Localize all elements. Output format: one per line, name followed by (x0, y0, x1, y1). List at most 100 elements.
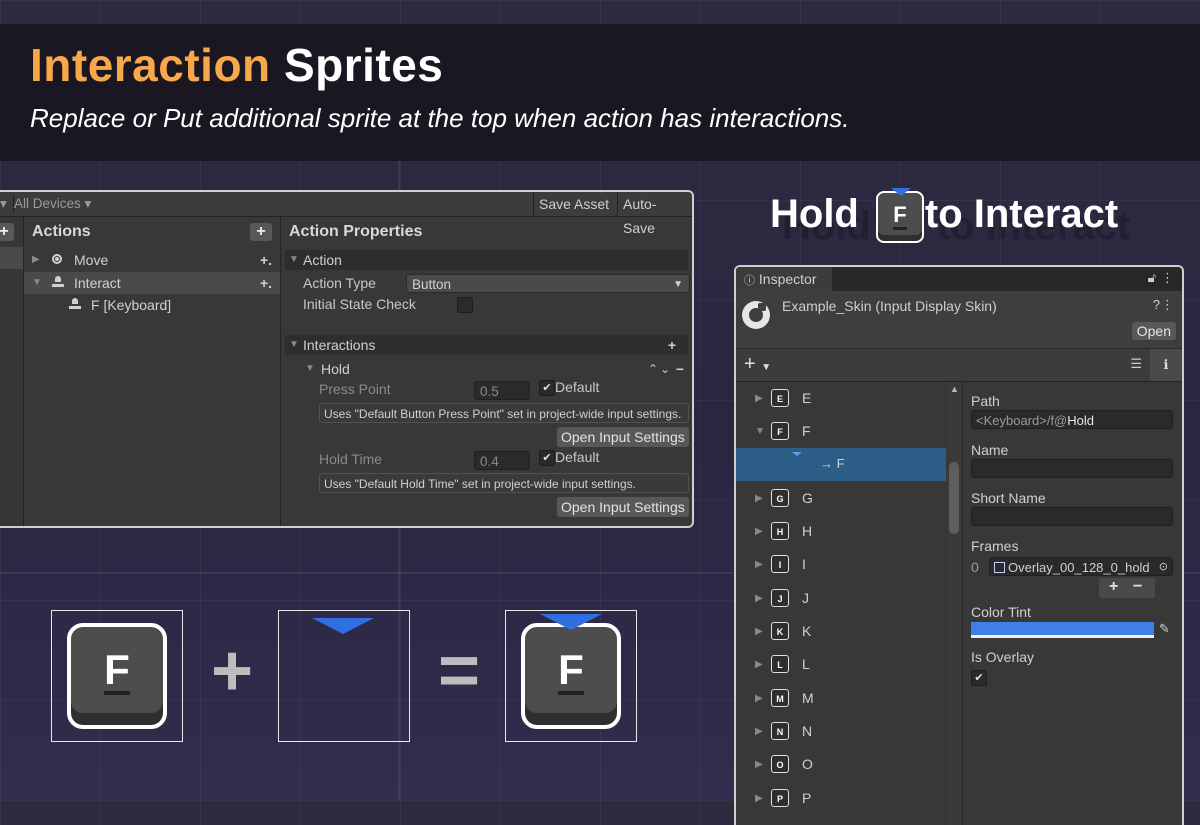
list-item-selected[interactable]: → F (736, 448, 946, 481)
list-item[interactable]: ▶ O O (736, 748, 946, 781)
press-point-help: Uses "Default Button Press Point" set in… (319, 403, 689, 423)
expand-arrow-icon[interactable]: ▶ (755, 593, 763, 604)
color-tint-swatch[interactable] (971, 622, 1154, 638)
frames-label: Frames (971, 538, 1019, 554)
list-item[interactable]: ▶ J J (736, 582, 946, 615)
key-underline (558, 691, 584, 695)
add-frame-button[interactable]: + (1109, 578, 1118, 596)
list-item[interactable]: ▶ G G (736, 482, 946, 515)
devices-dropdown[interactable]: All Devices ▾ (13, 195, 91, 213)
list-item[interactable]: ▶ K K (736, 615, 946, 648)
collapse-arrow-icon: ▼ (305, 363, 315, 374)
radio-dot-icon (52, 254, 62, 264)
expand-arrow-icon[interactable]: ▶ (32, 249, 40, 271)
item-name: K (802, 623, 812, 639)
f-key-sprite: F (67, 623, 167, 729)
plus-operator: + (211, 631, 254, 711)
expand-arrow-icon[interactable]: ▶ (755, 393, 763, 404)
hold-overlay-arrow-icon (891, 188, 911, 196)
hold-interaction-row[interactable]: ▼ Hold ⌃ ⌄ − (301, 358, 688, 380)
list-item[interactable]: ▶ I I (736, 548, 946, 581)
scroll-up-icon[interactable]: ▲ (950, 384, 959, 394)
list-item[interactable]: ▶ L L (736, 648, 946, 681)
press-point-field[interactable]: 0.5 (474, 381, 530, 400)
tab-inspector[interactable]: ⓘ Inspector (736, 267, 832, 291)
list-item[interactable]: ▶ M M (736, 682, 946, 715)
list-item[interactable]: ▶ H H (736, 515, 946, 548)
object-picker-icon[interactable]: ⊙ (1159, 558, 1168, 575)
more-options-icon[interactable]: ⋮ (1161, 297, 1174, 313)
frame-index: 0 (971, 559, 979, 575)
open-button[interactable]: Open (1131, 322, 1176, 340)
chevron-down-icon[interactable]: ▾ (0, 195, 7, 213)
add-binding-icon[interactable]: +. (260, 249, 272, 271)
collapse-arrow-icon[interactable]: ▼ (32, 272, 42, 294)
expand-arrow-icon[interactable]: ▶ (755, 793, 763, 804)
save-asset-button[interactable]: Save Asset (533, 192, 614, 216)
list-view-icon[interactable]: ☰ (1130, 356, 1142, 372)
scrollbar-thumb[interactable] (949, 462, 959, 534)
expand-arrow-icon[interactable]: ▶ (755, 493, 763, 504)
action-row-interact[interactable]: ▼ Interact +. (24, 272, 280, 294)
action-type-dropdown[interactable]: Button ▼ (406, 274, 690, 293)
hold-time-default-checkbox[interactable]: ✔ (539, 450, 555, 466)
action-row-move[interactable]: ▶ Move +. (24, 249, 280, 271)
item-name: I (802, 556, 806, 572)
item-name: J (802, 590, 809, 606)
interactions-section-header[interactable]: ▼ Interactions + (285, 335, 688, 355)
list-item[interactable]: ▼ F F (736, 415, 946, 448)
move-up-icon[interactable]: ⌃ (648, 358, 658, 380)
binding-row-f-keyboard[interactable]: F [Keyboard] (24, 294, 280, 316)
expand-arrow-icon[interactable]: ▶ (755, 759, 763, 770)
more-options-icon[interactable]: ⋮ (1161, 270, 1174, 286)
expand-arrow-icon[interactable]: ▶ (755, 726, 763, 737)
open-input-settings-button[interactable]: Open Input Settings (557, 497, 689, 517)
add-action-map-button[interactable]: + (0, 223, 14, 241)
path-field[interactable]: <Keyboard>/f@Hold (971, 410, 1173, 429)
frame-object-field[interactable]: Overlay_00_128_0_hold ⊙ (989, 557, 1173, 576)
skin-asset-icon (742, 301, 770, 329)
initial-state-checkbox[interactable] (457, 297, 473, 313)
name-field[interactable] (971, 459, 1173, 478)
eyedropper-icon[interactable]: ✎ (1159, 621, 1170, 637)
expand-arrow-icon[interactable]: ▶ (755, 626, 763, 637)
open-input-settings-button[interactable]: Open Input Settings (557, 427, 689, 447)
remove-frame-button[interactable]: − (1133, 578, 1142, 596)
action-section-header[interactable]: ▼ Action (285, 250, 688, 270)
press-point-default-checkbox[interactable]: ✔ (539, 380, 555, 396)
expand-arrow-icon[interactable]: ▶ (755, 559, 763, 570)
short-name-field[interactable] (971, 507, 1173, 526)
add-action-button[interactable]: + (250, 223, 272, 241)
list-item[interactable]: ▶ N N (736, 715, 946, 748)
is-overlay-checkbox[interactable]: ✔ (971, 670, 987, 686)
help-icon[interactable]: ? (1153, 297, 1160, 312)
remove-interaction-icon[interactable]: − (676, 358, 684, 380)
key-list: ▶ E E ▼ F F → F ▶ G G ▶ H H ▶ I I ▶ J J ▶ K K ▶ L L ▶ M M … (736, 382, 946, 825)
lock-icon[interactable]: 🔓︎ (1148, 270, 1156, 286)
add-interaction-icon[interactable]: + (668, 335, 676, 355)
collapse-arrow-icon[interactable]: ▼ (755, 426, 765, 437)
binding-icon (69, 298, 81, 310)
list-item[interactable]: ▶ P P (736, 782, 946, 815)
add-item-button[interactable]: + ▼ (744, 353, 771, 376)
expand-arrow-icon[interactable]: ▶ (755, 659, 763, 670)
auto-save-toggle[interactable]: Auto-Save (617, 192, 692, 236)
short-name-label: Short Name (971, 490, 1046, 506)
overlay-arrow-icon (792, 452, 802, 456)
add-binding-icon[interactable]: +. (260, 272, 272, 294)
move-down-icon[interactable]: ⌄ (660, 358, 670, 380)
list-item[interactable]: ▶ E E (736, 382, 946, 415)
key-icon: P (771, 789, 789, 807)
path-suffix: Hold (1067, 413, 1095, 428)
item-name: N (802, 723, 813, 739)
selected-map-row[interactable] (0, 247, 23, 269)
expand-arrow-icon[interactable]: ▶ (755, 693, 763, 704)
info-toggle-icon[interactable]: ℹ (1150, 349, 1182, 381)
expand-arrow-icon[interactable]: ▶ (755, 526, 763, 537)
interaction-label: Hold (321, 361, 350, 377)
properties-panel: Path <Keyboard>/f@Hold Name Short Name F… (962, 382, 1182, 825)
key-icon: M (771, 689, 789, 707)
hold-time-field[interactable]: 0.4 (474, 451, 530, 470)
list-scrollbar[interactable]: ▲ (947, 382, 961, 825)
section-label: Action (303, 252, 342, 268)
